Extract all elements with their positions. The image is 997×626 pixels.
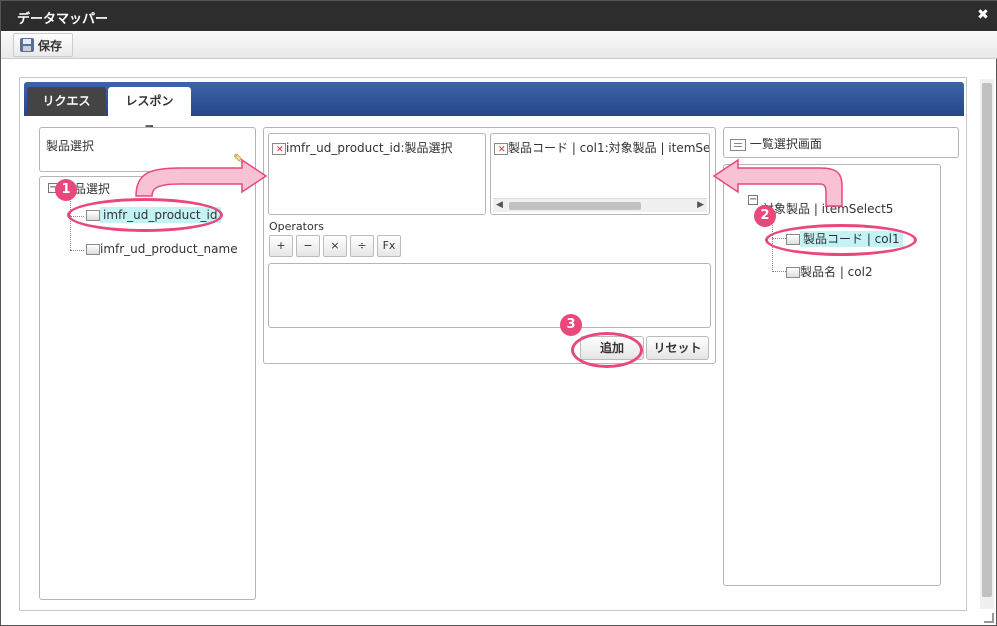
- list-screen-icon: [730, 138, 746, 151]
- scrollbar-thumb[interactable]: [509, 202, 641, 210]
- edit-pencil-icon[interactable]: ✎: [233, 152, 244, 167]
- horizontal-scrollbar[interactable]: ◀ ▶: [493, 198, 707, 212]
- step-badge-1: 1: [55, 179, 77, 201]
- floppy-disk-icon: [20, 38, 34, 52]
- left-tree-node-product-name[interactable]: imfr_ud_product_name: [86, 242, 238, 256]
- mapping-panel: imfr_ud_product_id:製品選択 製品コード | col1:対象製…: [263, 127, 716, 364]
- save-button-label: 保存: [38, 38, 63, 53]
- target-box[interactable]: 製品コード | col1:対象製品 | itemSelect5 ◀ ▶: [490, 133, 710, 215]
- reset-button[interactable]: リセット: [646, 336, 709, 360]
- operator-divide-button[interactable]: ÷: [350, 235, 374, 257]
- remove-icon[interactable]: [272, 142, 286, 155]
- toolbar: 保存: [1, 31, 997, 59]
- tree-connector: [70, 196, 71, 250]
- remove-icon[interactable]: [494, 142, 508, 155]
- data-mapper-window: データマッパー ✖ 保存 リクエスト レスポンス 製品選択 ✎ − 製品選択 i…: [0, 0, 997, 626]
- window-title: データマッパー: [17, 12, 109, 27]
- target-box-entry: 製品コード | col1:対象製品 | itemSelect5: [494, 139, 709, 156]
- operator-multiply-button[interactable]: ×: [323, 235, 347, 257]
- right-tree-node-product-name[interactable]: 製品名 | col2: [786, 263, 873, 280]
- right-header-panel: 一覧選択画面: [723, 127, 959, 158]
- highlight-ring-2: [765, 224, 917, 256]
- close-icon[interactable]: ✖: [976, 7, 990, 23]
- collapse-icon[interactable]: −: [748, 195, 758, 205]
- step-badge-2: 2: [754, 205, 776, 227]
- step-badge-3: 3: [560, 314, 582, 336]
- right-tree-root[interactable]: 対象製品 | itemSelect5: [762, 200, 893, 217]
- scroll-right-icon[interactable]: ▶: [697, 200, 704, 210]
- tab-bar: リクエスト レスポンス: [24, 82, 964, 137]
- operator-minus-button[interactable]: −: [296, 235, 320, 257]
- content-area: リクエスト レスポンス 製品選択 ✎ − 製品選択 imfr_ud_produc…: [19, 77, 967, 611]
- tab-response[interactable]: レスポンス: [108, 87, 191, 137]
- right-panel-title: 一覧選択画面: [730, 135, 822, 152]
- field-node-icon: [86, 244, 100, 255]
- scrollbar-thumb[interactable]: [982, 83, 992, 597]
- operator-buttons: + − × ÷ Fx: [269, 235, 409, 257]
- tree-connector: [772, 271, 786, 272]
- left-tree-panel: − 製品選択 imfr_ud_product_id imfr_ud_produc…: [39, 176, 256, 600]
- resize-grip-icon[interactable]: [984, 613, 994, 623]
- scroll-left-icon[interactable]: ◀: [496, 200, 503, 210]
- title-bar: データマッパー ✖: [1, 1, 997, 31]
- tree-connector: [70, 250, 84, 251]
- source-box-entry: imfr_ud_product_id:製品選択: [272, 139, 453, 156]
- tab-request[interactable]: リクエスト: [27, 87, 106, 137]
- source-box[interactable]: imfr_ud_product_id:製品選択: [268, 133, 486, 215]
- left-header-panel: 製品選択 ✎: [39, 127, 256, 172]
- operator-function-button[interactable]: Fx: [377, 235, 401, 257]
- highlight-ring-3: [571, 332, 643, 368]
- operator-plus-button[interactable]: +: [269, 235, 293, 257]
- expression-textarea[interactable]: [268, 263, 711, 328]
- highlight-ring-1: [67, 198, 223, 232]
- vertical-scrollbar[interactable]: [980, 79, 994, 609]
- save-button[interactable]: 保存: [13, 33, 74, 57]
- operators-label: Operators: [269, 220, 324, 233]
- field-node-icon: [786, 267, 800, 278]
- left-panel-title: 製品選択: [46, 139, 95, 153]
